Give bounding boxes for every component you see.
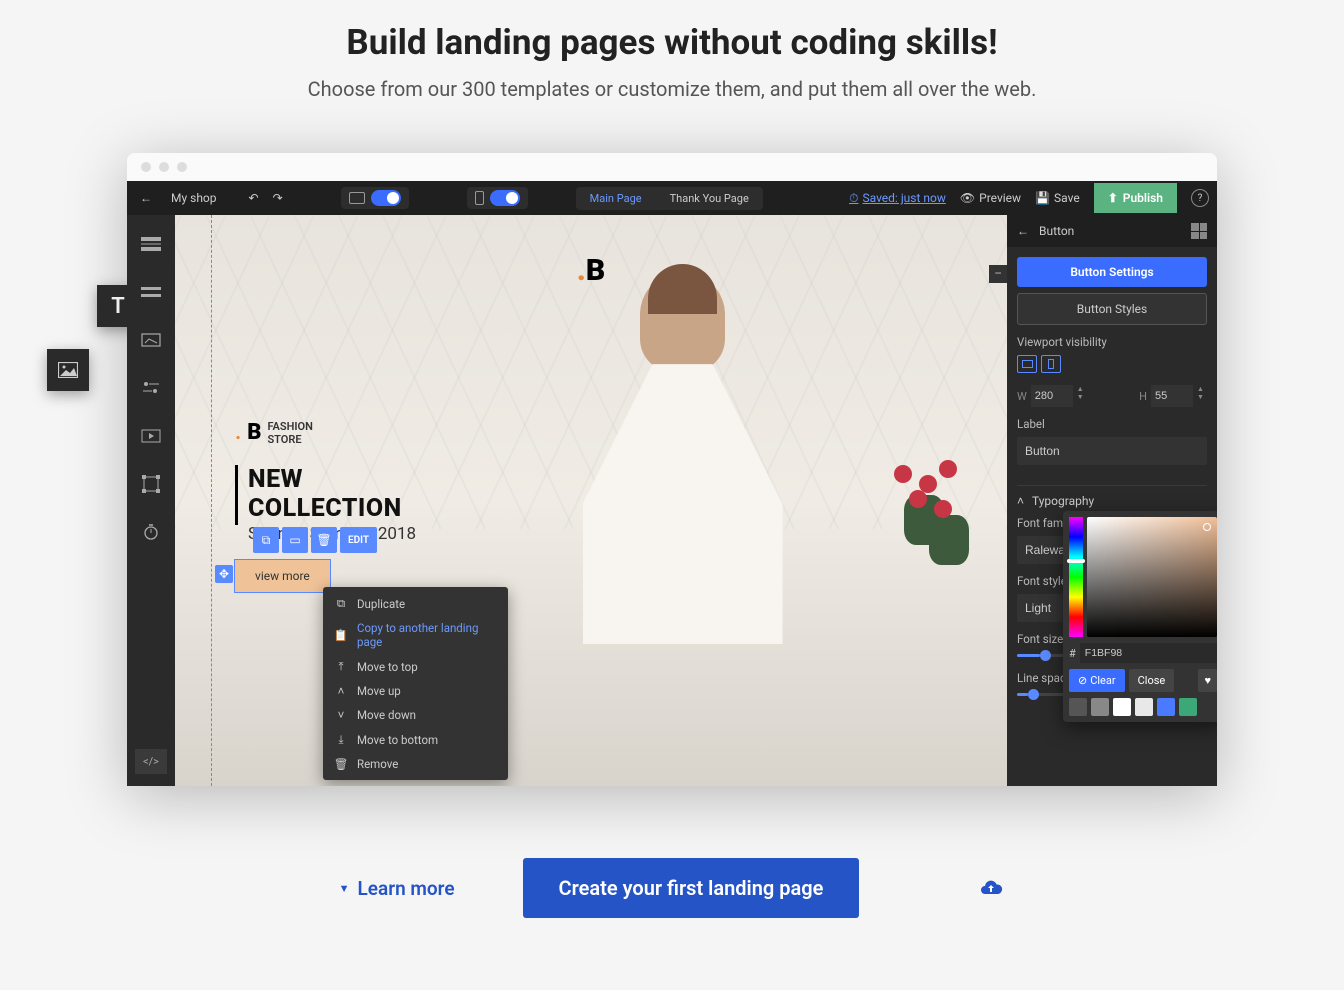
save-button[interactable]: 💾Save bbox=[1035, 191, 1080, 205]
left-tool-rail: </> bbox=[127, 215, 175, 786]
cloud-upload-icon[interactable] bbox=[977, 874, 1005, 902]
column-tool-icon[interactable] bbox=[140, 331, 162, 349]
headline-text: NEW COLLECTION bbox=[235, 465, 450, 523]
panel-title: Button bbox=[1039, 224, 1074, 238]
code-tool[interactable]: </> bbox=[135, 749, 167, 774]
color-swatch[interactable] bbox=[1091, 698, 1109, 716]
color-picker: # % ⊘Clear Close ♥ bbox=[1063, 511, 1217, 722]
move-handle-icon[interactable]: ✥ bbox=[215, 565, 233, 583]
context-menu: ⧉Duplicate 📋Copy to another landing page… bbox=[323, 587, 508, 780]
back-button[interactable]: ← bbox=[135, 191, 157, 205]
publish-button[interactable]: ⬆Publish bbox=[1094, 183, 1177, 213]
label-field-label: Label bbox=[1017, 417, 1207, 431]
clear-color-button[interactable]: ⊘Clear bbox=[1069, 669, 1125, 692]
height-label: H bbox=[1139, 390, 1147, 403]
ctx-move-bottom[interactable]: ⤓Move to bottom bbox=[323, 727, 508, 752]
duplicate-tool-icon[interactable]: ⧉ bbox=[253, 527, 279, 553]
collapse-panel-icon[interactable]: − bbox=[989, 265, 1007, 283]
canvas[interactable]: .B .B FASHIONSTORE NEW COLLECTION Spring… bbox=[175, 215, 1007, 786]
tab-thankyou-page[interactable]: Thank You Page bbox=[656, 187, 763, 210]
row-tool-icon[interactable] bbox=[140, 283, 162, 301]
hex-input[interactable] bbox=[1080, 643, 1217, 663]
brand-logo[interactable]: .B bbox=[577, 253, 605, 288]
floating-image-tool[interactable] bbox=[47, 349, 89, 391]
learn-more-link[interactable]: ▼ Learn more bbox=[339, 877, 455, 900]
caret-down-icon: ▼ bbox=[339, 882, 350, 895]
flowers-decoration bbox=[884, 455, 974, 585]
color-swatch[interactable] bbox=[1113, 698, 1131, 716]
element-toolbar: ⧉ ▭ 🗑 EDIT bbox=[253, 527, 377, 553]
desktop-icon[interactable] bbox=[349, 192, 365, 204]
ctx-remove[interactable]: 🗑Remove bbox=[323, 752, 508, 776]
box-tool-icon[interactable] bbox=[140, 475, 162, 493]
label-input[interactable] bbox=[1017, 437, 1207, 465]
viewport-label: Viewport visibility bbox=[1017, 335, 1207, 349]
ctx-copy-to-page[interactable]: 📋Copy to another landing page bbox=[323, 616, 508, 654]
redo-icon[interactable]: ↷ bbox=[273, 191, 283, 205]
settings-tool-icon[interactable] bbox=[140, 379, 162, 397]
width-label: W bbox=[1017, 390, 1027, 403]
create-landing-page-button[interactable]: Create your first landing page bbox=[523, 858, 860, 918]
color-swatch[interactable] bbox=[1135, 698, 1153, 716]
close-color-button[interactable]: Close bbox=[1129, 669, 1175, 692]
desktop-toggle[interactable] bbox=[371, 190, 401, 206]
hero-subtitle: Choose from our 300 templates or customi… bbox=[40, 77, 1304, 101]
color-swatch[interactable] bbox=[1179, 698, 1197, 716]
model-image bbox=[524, 272, 840, 786]
mobile-toggle[interactable] bbox=[490, 190, 520, 206]
chevron-up-icon: ˄ bbox=[1017, 494, 1024, 508]
selected-button-element[interactable]: view more bbox=[235, 560, 330, 592]
edit-button[interactable]: EDIT bbox=[340, 527, 377, 553]
color-swatch[interactable] bbox=[1069, 698, 1087, 716]
ctx-duplicate[interactable]: ⧉Duplicate bbox=[323, 591, 508, 616]
delete-tool-icon[interactable]: 🗑 bbox=[311, 527, 337, 553]
video-tool-icon[interactable] bbox=[140, 427, 162, 445]
mobile-icon[interactable] bbox=[475, 191, 484, 205]
desktop-toggle-group bbox=[341, 187, 409, 209]
height-input[interactable] bbox=[1151, 385, 1193, 407]
width-stepper[interactable]: ▲▼ bbox=[1077, 385, 1087, 407]
viewport-desktop-icon[interactable] bbox=[1017, 355, 1037, 373]
editor-topbar: ← My shop ↶ ↷ Main Page Thank You Page bbox=[127, 181, 1217, 215]
preview-button[interactable]: 👁Preview bbox=[960, 191, 1021, 205]
height-stepper[interactable]: ▲▼ bbox=[1197, 385, 1207, 407]
undo-icon[interactable]: ↶ bbox=[249, 191, 259, 205]
hue-slider[interactable] bbox=[1069, 517, 1083, 637]
tab-main-page[interactable]: Main Page bbox=[576, 187, 656, 210]
grid-view-icon[interactable] bbox=[1191, 223, 1207, 239]
copy-tool-icon[interactable]: ▭ bbox=[282, 527, 308, 553]
store-badge[interactable]: .B FASHIONSTORE bbox=[235, 420, 313, 446]
browser-chrome bbox=[127, 153, 1217, 181]
width-input[interactable] bbox=[1031, 385, 1073, 407]
help-icon[interactable]: ? bbox=[1191, 189, 1209, 207]
ctx-move-up[interactable]: ˄Move up bbox=[323, 679, 508, 703]
favorite-color-icon[interactable]: ♥ bbox=[1198, 669, 1217, 692]
hero-title: Build landing pages without coding skill… bbox=[40, 22, 1304, 63]
alignment-guide bbox=[211, 215, 212, 786]
timer-tool-icon[interactable] bbox=[140, 523, 162, 541]
hash-label: # bbox=[1069, 647, 1076, 660]
section-tool-icon[interactable] bbox=[140, 235, 162, 253]
viewport-mobile-icon[interactable] bbox=[1041, 355, 1061, 373]
color-swatches bbox=[1069, 698, 1217, 716]
saved-status[interactable]: ⏱Saved: just now bbox=[849, 191, 946, 206]
ctx-move-down[interactable]: ˅Move down bbox=[323, 703, 508, 727]
color-swatch[interactable] bbox=[1157, 698, 1175, 716]
mobile-toggle-group bbox=[467, 187, 528, 209]
panel-back-icon[interactable]: ← bbox=[1017, 224, 1029, 238]
saturation-area[interactable] bbox=[1087, 517, 1217, 637]
tab-button-styles[interactable]: Button Styles bbox=[1017, 293, 1207, 325]
tab-button-settings[interactable]: Button Settings bbox=[1017, 257, 1207, 287]
shop-name[interactable]: My shop bbox=[165, 191, 223, 205]
ctx-move-top[interactable]: ⤒Move to top bbox=[323, 654, 508, 679]
